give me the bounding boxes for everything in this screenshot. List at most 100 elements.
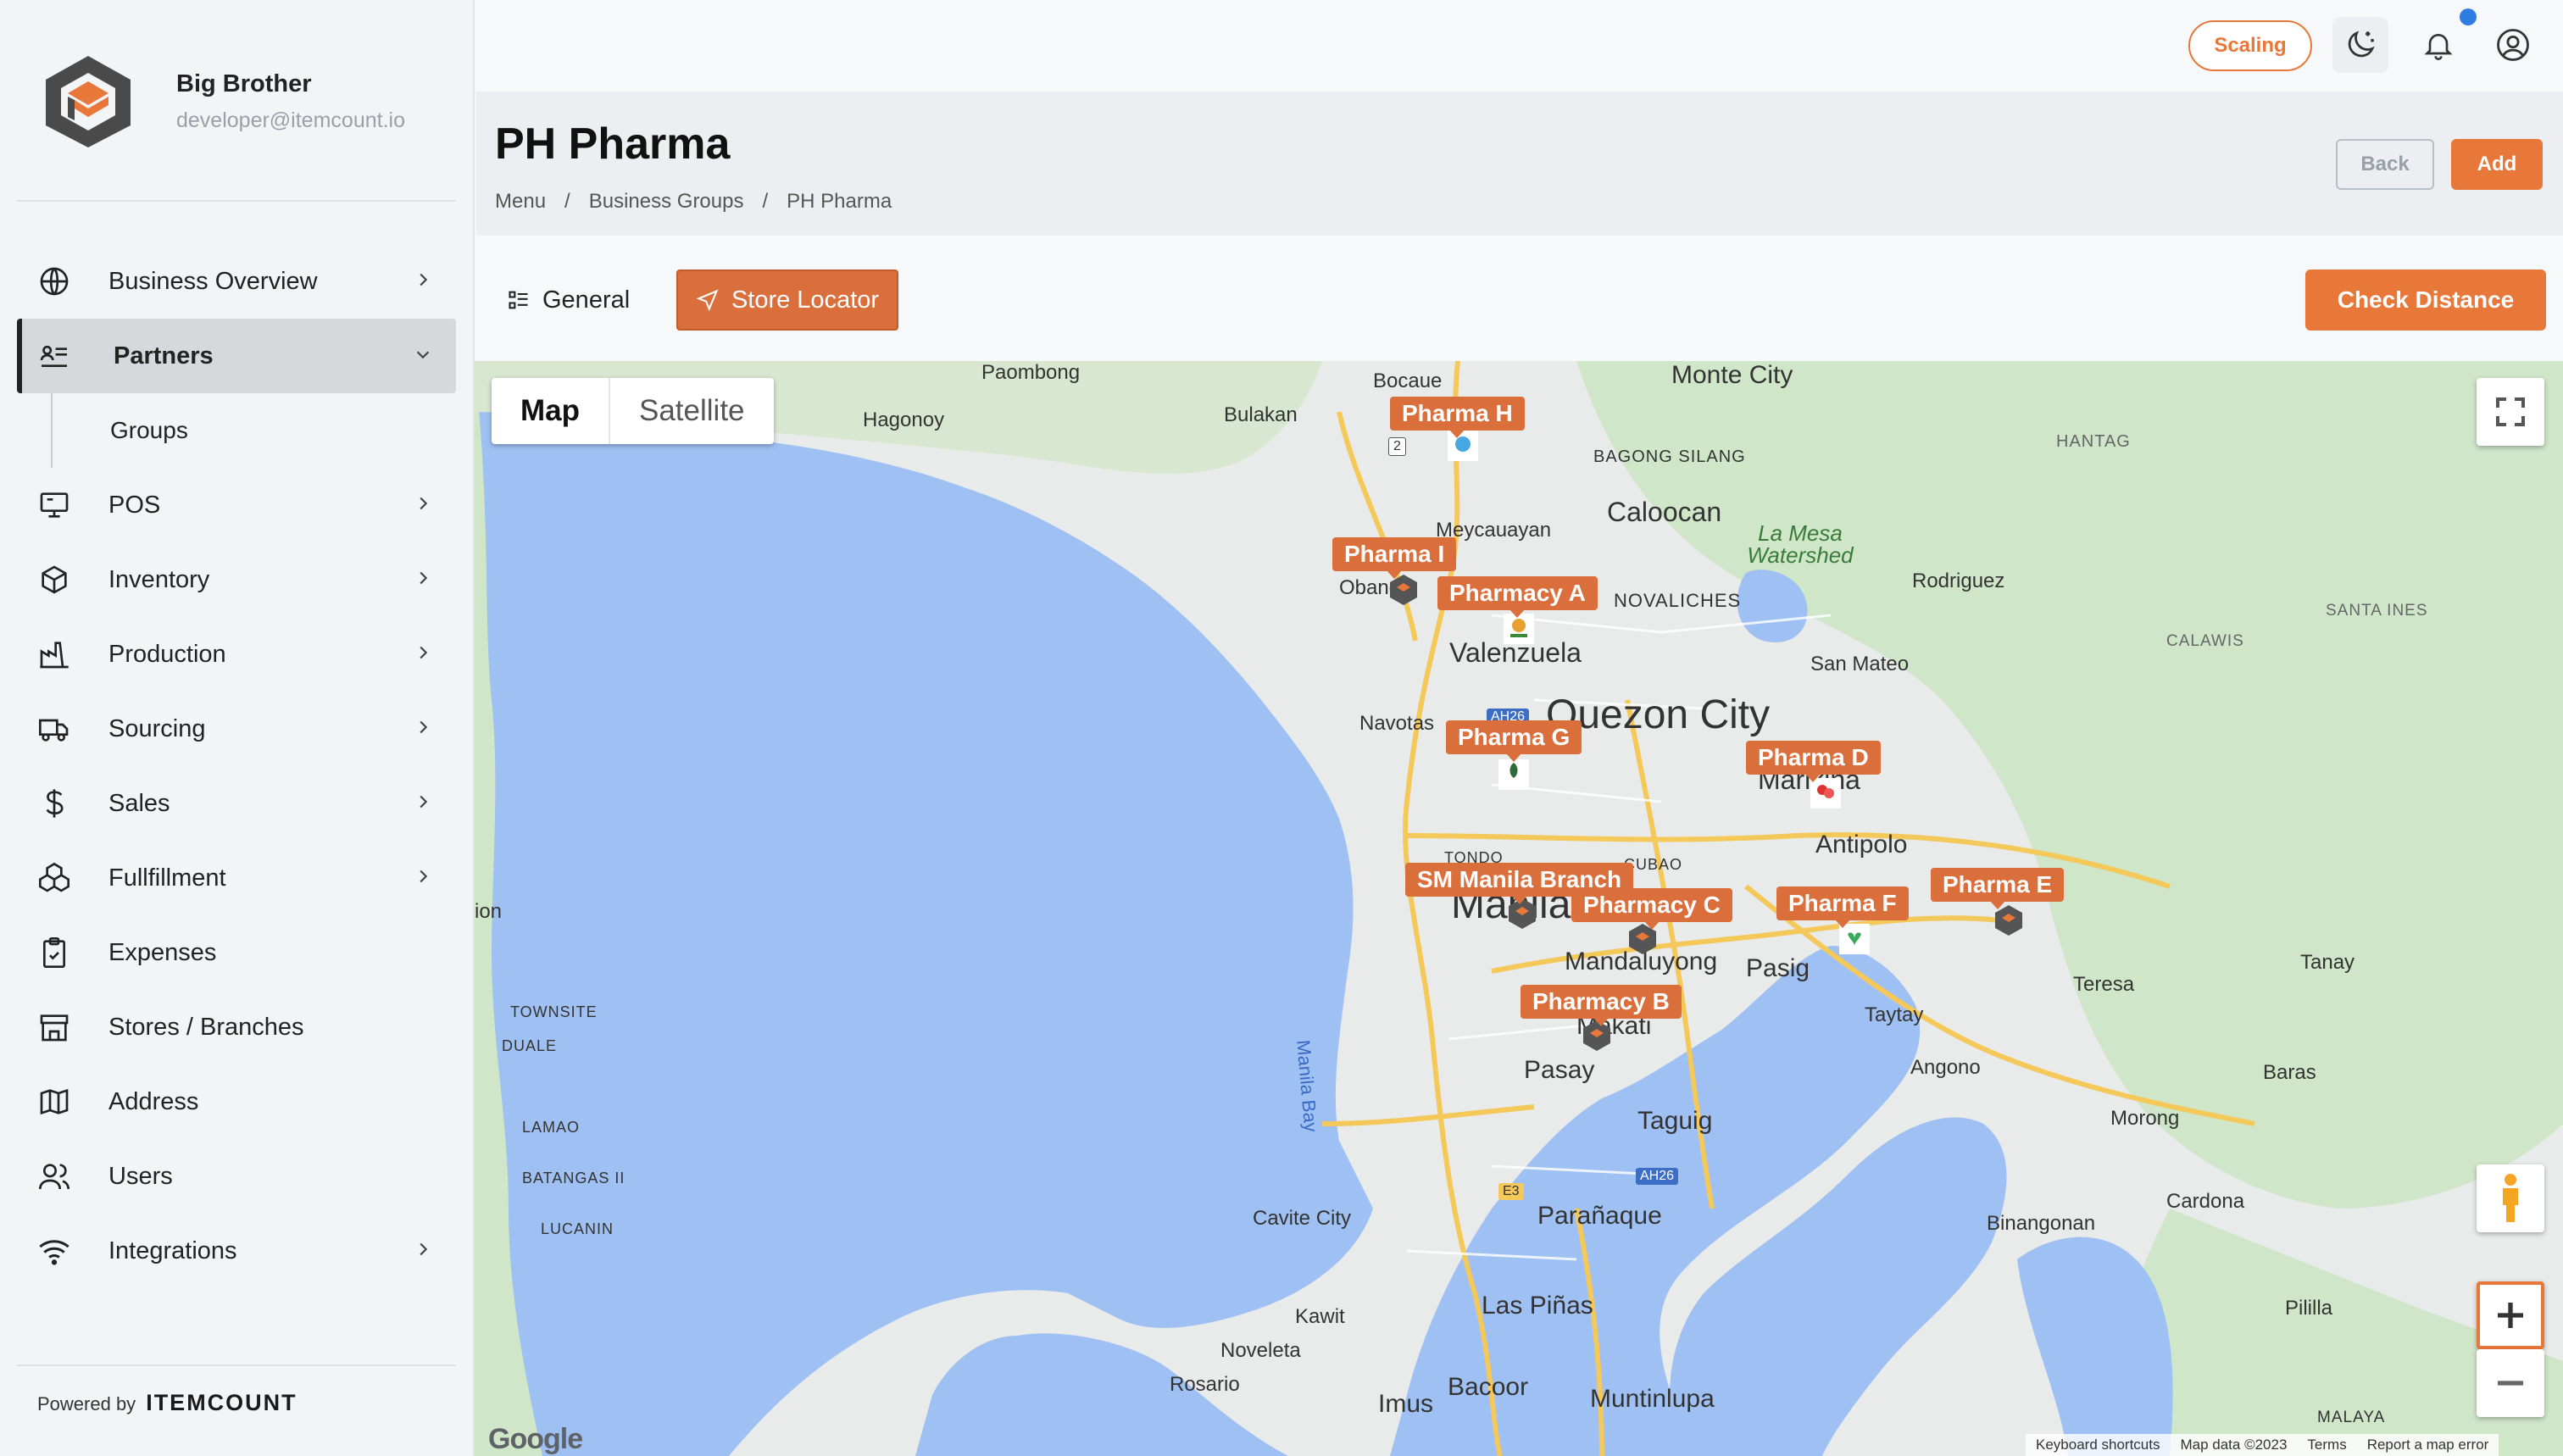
- sidebar-item-integrations[interactable]: Integrations: [17, 1214, 456, 1288]
- check-distance-button[interactable]: Check Distance: [2305, 270, 2546, 331]
- store-pin-label[interactable]: Pharma D: [1746, 741, 1881, 782]
- place-label: BATANGAS II: [522, 1170, 625, 1186]
- sidebar-item-fullfillment[interactable]: Fullfillment: [17, 841, 456, 915]
- place-label: HANTAG: [2056, 432, 2131, 451]
- sidebar-item-stores-branches[interactable]: Stores / Branches: [17, 990, 456, 1064]
- notifications-button[interactable]: [2410, 17, 2466, 73]
- chevron-right-icon: [420, 273, 428, 286]
- store-map[interactable]: Map Satellite Paombong Bocaue Monte City…: [475, 361, 2563, 1456]
- itemcount-logo-icon: [46, 56, 131, 147]
- breadcrumb-business-groups[interactable]: Business Groups: [589, 190, 744, 214]
- store-pin-label[interactable]: Pharmacy C: [1571, 888, 1732, 930]
- store-pin-label[interactable]: Pharma E: [1931, 868, 2065, 909]
- place-label: Noveleta: [1220, 1339, 1301, 1362]
- tab-label: Store Locator: [731, 286, 880, 314]
- fullscreen-button[interactable]: [2477, 378, 2544, 446]
- sidebar-item-label: POS: [108, 491, 161, 519]
- chevron-right-icon: [420, 795, 428, 809]
- chevron-right-icon: [420, 870, 428, 883]
- factory-icon: [36, 636, 73, 673]
- add-button[interactable]: Add: [2451, 139, 2543, 190]
- sidebar-nav: Business Overview Partners Groups POS In…: [17, 244, 456, 1288]
- sidebar-item-pos[interactable]: POS: [17, 468, 456, 542]
- place-label: Bacoor: [1448, 1373, 1529, 1401]
- sidebar-item-inventory[interactable]: Inventory: [17, 542, 456, 617]
- place-label: Cardona: [2166, 1190, 2245, 1213]
- place-label: Bocaue: [1373, 370, 1443, 392]
- sidebar-item-production[interactable]: Production: [17, 617, 456, 692]
- scaling-badge[interactable]: Scaling: [2188, 20, 2312, 71]
- place-label: Binangonan: [1987, 1212, 2096, 1235]
- road-shield: 2: [1388, 437, 1406, 456]
- store-pin-label[interactable]: Pharma F: [1776, 886, 1909, 928]
- terms-link[interactable]: Terms: [2297, 1437, 2356, 1453]
- zoom-in-button[interactable]: [2477, 1281, 2544, 1349]
- place-label: Rodriguez: [1912, 570, 2005, 592]
- brand[interactable]: Big Brother developer@itemcount.io: [37, 53, 405, 151]
- breadcrumb-menu[interactable]: Menu: [495, 190, 546, 214]
- place-label: Angono: [1910, 1056, 1981, 1079]
- tab-general[interactable]: General: [507, 270, 630, 331]
- place-label: ion: [475, 900, 503, 923]
- place-label: MALAYA: [2317, 1409, 2386, 1426]
- sidebar-subitem-groups[interactable]: Groups: [17, 393, 456, 468]
- place-label: NOVALICHES: [1614, 590, 1742, 611]
- sidebar-item-sales[interactable]: Sales: [17, 766, 456, 841]
- powered-by-text: Powered by: [37, 1393, 136, 1414]
- sidebar-item-users[interactable]: Users: [17, 1139, 456, 1214]
- place-label: Taytay: [1865, 1003, 1924, 1026]
- sidebar-item-label: Expenses: [108, 938, 217, 966]
- place-label: CALAWIS: [2166, 632, 2244, 650]
- moon-icon: [2348, 31, 2375, 58]
- sidebar-item-business-overview[interactable]: Business Overview: [17, 244, 456, 319]
- store-pin-label[interactable]: Pharma I: [1332, 537, 1457, 579]
- google-logo: Google: [488, 1423, 583, 1455]
- divider: [17, 1364, 456, 1366]
- fullscreen-icon: [2496, 397, 2525, 426]
- pos-icon: [36, 486, 73, 524]
- plus-icon: [2498, 1303, 2523, 1328]
- place-label: Kawit: [1295, 1305, 1345, 1328]
- store-pin-label[interactable]: Pharma G: [1446, 720, 1582, 762]
- report-error-link[interactable]: Report a map error: [2357, 1437, 2499, 1453]
- map-type-map[interactable]: Map: [492, 378, 609, 444]
- store-marker-icon[interactable]: [1497, 758, 1531, 792]
- place-label: San Mateo: [1810, 653, 1910, 675]
- store-pin-label[interactable]: Pharmacy A: [1437, 576, 1598, 618]
- keyboard-shortcuts-link[interactable]: Keyboard shortcuts: [2026, 1437, 2170, 1453]
- place-label: Navotas: [1359, 712, 1435, 735]
- sidebar-item-expenses[interactable]: Expenses: [17, 915, 456, 990]
- map-type-satellite[interactable]: Satellite: [609, 378, 774, 444]
- sidebar-item-address[interactable]: Address: [17, 1064, 456, 1139]
- globe-icon: [36, 263, 73, 300]
- sidebar-item-label: Production: [108, 640, 226, 668]
- zoom-out-button[interactable]: [2477, 1349, 2544, 1417]
- sidebar-item-sourcing[interactable]: Sourcing: [17, 692, 456, 766]
- chevron-right-icon: [420, 497, 428, 510]
- sidebar-item-label: Partners: [114, 342, 214, 370]
- chevron-right-icon: [420, 571, 428, 585]
- bell-icon: [2424, 34, 2453, 60]
- powered-by: Powered by ITEMCOUNT: [37, 1390, 297, 1416]
- sidebar: Big Brother developer@itemcount.io Busin…: [0, 0, 475, 1456]
- street-view-pegman[interactable]: [2477, 1164, 2544, 1232]
- users-icon: [36, 1158, 73, 1195]
- store-pin-label[interactable]: Pharmacy B: [1521, 985, 1682, 1026]
- place-label: Pasig: [1746, 954, 1810, 982]
- user-menu-button[interactable]: [2485, 17, 2541, 73]
- back-button[interactable]: Back: [2336, 139, 2434, 190]
- place-label: Bulakan: [1224, 403, 1298, 426]
- list-icon: [509, 291, 528, 309]
- place-label: TOWNSITE: [510, 1003, 598, 1020]
- page-title: PH Pharma: [495, 119, 731, 169]
- tab-store-locator[interactable]: Store Locator: [676, 270, 898, 331]
- place-label: Pasay: [1524, 1056, 1595, 1084]
- navigation-icon: [696, 289, 719, 312]
- sidebar-item-label: Integrations: [108, 1236, 237, 1264]
- store-pin-label[interactable]: Pharma H: [1390, 397, 1525, 438]
- sidebar-item-partners[interactable]: Partners: [17, 319, 456, 393]
- theme-toggle-button[interactable]: [2332, 17, 2388, 73]
- chevron-right-icon: [420, 720, 428, 734]
- road-shield: AH26: [1636, 1168, 1679, 1185]
- place-label: Pililla: [2285, 1297, 2333, 1320]
